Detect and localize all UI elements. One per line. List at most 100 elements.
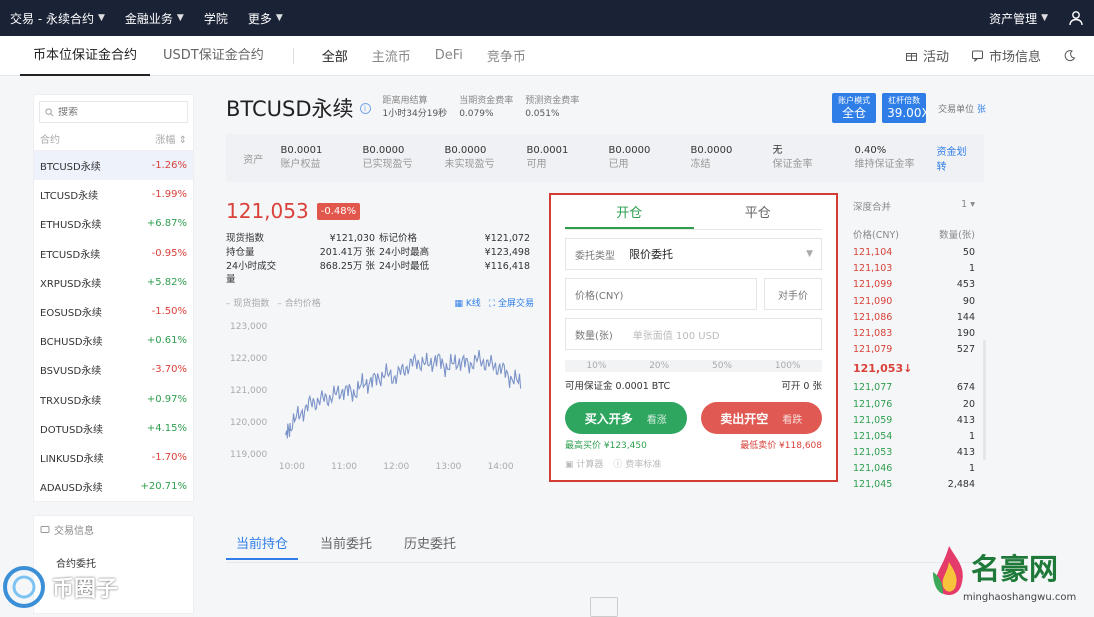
tab-current-positions[interactable]: 当前持仓 xyxy=(226,530,299,560)
contract-row[interactable]: DOTUSD永续 +4.15% xyxy=(34,414,193,443)
order-type-label: 委托类型 xyxy=(575,250,615,262)
price-input-label: 价格(CNY) xyxy=(575,290,624,302)
asset-value: 无 xyxy=(772,145,783,156)
nav-trade-perpetual[interactable]: 交易 - 永续合约 ▼ xyxy=(0,10,115,27)
nav-more[interactable]: 更多 ▼ xyxy=(238,10,293,27)
market-info-link[interactable]: 市场信息 xyxy=(971,46,1041,65)
contract-row[interactable]: BCHUSD永续 +0.61% xyxy=(34,326,193,355)
quantity-placeholder: 单张面值 100 USD xyxy=(632,330,720,342)
trade-unit[interactable]: 交易单位 张 xyxy=(938,102,986,115)
percentage-option[interactable]: 20% xyxy=(649,361,669,371)
ask-row[interactable]: 121,103 1 xyxy=(853,261,975,277)
category-mainstream[interactable]: 主流币 xyxy=(360,46,423,65)
category-competing[interactable]: 竞争币 xyxy=(475,46,538,65)
contract-row[interactable]: ADAUSD永续 +20.71% xyxy=(34,472,193,501)
transfer-funds-link[interactable]: 资金划转 xyxy=(936,143,970,173)
sort-icon: ⇕ xyxy=(178,135,187,146)
market-stats: 现货指数 ¥121,030 标记价格 ¥121,072 持仓量 201.41万 张 24小时… xyxy=(226,232,534,286)
user-icon[interactable] xyxy=(1058,0,1094,36)
contract-name: TRXUSD永续 xyxy=(40,395,102,407)
ask-row[interactable]: 121,086 144 xyxy=(853,310,975,326)
percentage-option[interactable]: 10% xyxy=(586,361,606,371)
ask-row[interactable]: 121,083 190 xyxy=(853,326,975,342)
ask-row[interactable]: 121,099 453 xyxy=(853,277,975,293)
ask-row[interactable]: 121,090 90 xyxy=(853,294,975,310)
tab-open-position[interactable]: 开仓 xyxy=(565,199,694,229)
search-input[interactable] xyxy=(58,106,168,118)
contract-row[interactable]: ETHUSD永续 +6.87% xyxy=(34,209,193,238)
percentage-slider[interactable]: 10% 20% 50% 100% xyxy=(565,360,822,372)
quantity-input[interactable]: 数量(张) 单张面值 100 USD xyxy=(565,318,822,350)
percentage-option[interactable]: 100% xyxy=(775,361,801,371)
contract-row[interactable]: TRXUSD永续 +0.97% xyxy=(34,385,193,414)
percentage-option[interactable]: 50% xyxy=(712,361,732,371)
legend-contract-price[interactable]: – 合约价格 xyxy=(277,296,320,309)
search-box[interactable] xyxy=(39,101,188,123)
bid-list: 121,077 674 121,076 20 121,059 413 121,054 1 121… xyxy=(853,380,975,493)
kline-link[interactable]: ▦ K线 xyxy=(455,296,481,309)
price-input[interactable]: 价格(CNY) xyxy=(565,278,757,310)
ask-row[interactable]: 121,079 527 xyxy=(853,342,975,358)
price-change-badge: -0.48% xyxy=(316,202,361,220)
fullscreen-trade-link[interactable]: ⛶ 全屏交易 xyxy=(489,296,534,309)
depth-price: 121,076 xyxy=(853,398,893,410)
depth-merge-select[interactable]: 1 ▾ xyxy=(961,199,975,213)
depth-price: 121,083 xyxy=(853,327,893,339)
asset-label: 可用 xyxy=(526,159,547,170)
depth-price: 121,099 xyxy=(853,279,893,291)
counter-price-button[interactable]: 对手价 xyxy=(764,278,822,310)
nav-finance[interactable]: 金融业务 ▼ xyxy=(115,10,194,27)
tab-order-history[interactable]: 历史委托 xyxy=(394,530,466,560)
buy-open-long-button[interactable]: 买入开多 看涨 xyxy=(565,402,687,434)
contract-row[interactable]: LINKUSD永续 -1.70% xyxy=(34,443,193,472)
depth-qty: 453 xyxy=(956,279,975,291)
divider xyxy=(292,47,294,64)
bid-row[interactable]: 121,053 413 xyxy=(853,445,975,461)
moon-icon[interactable] xyxy=(1063,49,1076,62)
y-tick-label: 119,000 xyxy=(230,450,267,460)
info-icon[interactable]: i xyxy=(359,102,371,114)
bid-row[interactable]: 121,054 1 xyxy=(853,429,975,445)
price-chart[interactable]: 123,000 122,000 121,000 120,000 119,000 10:00… xyxy=(226,316,536,476)
contract-row[interactable]: EOSUSD永续 -1.50% xyxy=(34,297,193,326)
contract-list: BTCUSD永续 -1.26% LTCUSD永续 -1.99% ETHUSD永续 +6.8… xyxy=(34,151,193,501)
settlement-value: 1小时34分19秒 xyxy=(382,109,448,119)
activity-link[interactable]: 活动 xyxy=(905,46,949,65)
stat-value: 201.41万 张 xyxy=(319,247,375,258)
column-change[interactable]: 涨幅 ⇕ xyxy=(155,131,187,146)
fee-standard-link[interactable]: ⓘ 费率标准 xyxy=(613,457,661,470)
depth-price: 121,077 xyxy=(853,382,893,394)
leverage-button[interactable]: 杠杆倍数 39.00X xyxy=(882,93,930,123)
column-change-label: 涨幅 xyxy=(155,135,176,146)
category-defi[interactable]: DeFi xyxy=(423,48,475,63)
x-tick-label: 10:00 xyxy=(279,462,305,472)
contract-row[interactable]: XRPUSD永续 +5.82% xyxy=(34,268,193,297)
account-mode-button[interactable]: 账户模式 全仓 xyxy=(832,93,877,123)
fullscreen-label: 全屏交易 xyxy=(497,299,534,309)
tab-usdt-margin[interactable]: USDT保证金合约 xyxy=(150,36,277,76)
calculator-link[interactable]: ▣ 计算器 xyxy=(565,457,603,470)
legend-spot-index[interactable]: – 现货指数 xyxy=(226,296,269,309)
bid-row[interactable]: 121,059 413 xyxy=(853,413,975,429)
nav-asset-management[interactable]: 资产管理 ▼ xyxy=(979,10,1058,27)
bid-row[interactable]: 121,045 2,484 xyxy=(853,477,975,493)
category-all[interactable]: 全部 xyxy=(310,46,360,65)
contract-row[interactable]: BSVUSD永续 -3.70% xyxy=(34,355,193,384)
contract-row[interactable]: BTCUSD永续 -1.26% xyxy=(34,151,193,181)
contract-row[interactable]: LTCUSD永续 -1.99% xyxy=(34,180,193,209)
tab-current-orders[interactable]: 当前委托 xyxy=(310,530,382,560)
order-type-select[interactable]: 委托类型 限价委托 ▼ xyxy=(565,238,822,270)
tab-coin-margin[interactable]: 币本位保证金合约 xyxy=(20,36,151,76)
contract-name: BSVUSD永续 xyxy=(40,366,102,378)
nav-academy[interactable]: 学院 xyxy=(194,10,238,27)
bid-row[interactable]: 121,076 20 xyxy=(853,397,975,413)
contract-name: XRPUSD永续 xyxy=(40,278,102,290)
bid-row[interactable]: 121,077 674 xyxy=(853,380,975,396)
tab-close-position[interactable]: 平仓 xyxy=(694,199,823,229)
bid-row[interactable]: 121,046 1 xyxy=(853,461,975,477)
sell-open-short-button[interactable]: 卖出开空 看跌 xyxy=(700,402,822,434)
contract-row[interactable]: ETCUSD永续 -0.95% xyxy=(34,239,193,268)
scrollbar[interactable] xyxy=(983,340,986,460)
ask-row[interactable]: 121,104 50 xyxy=(853,245,975,261)
contract-name: DOTUSD永续 xyxy=(40,424,104,436)
